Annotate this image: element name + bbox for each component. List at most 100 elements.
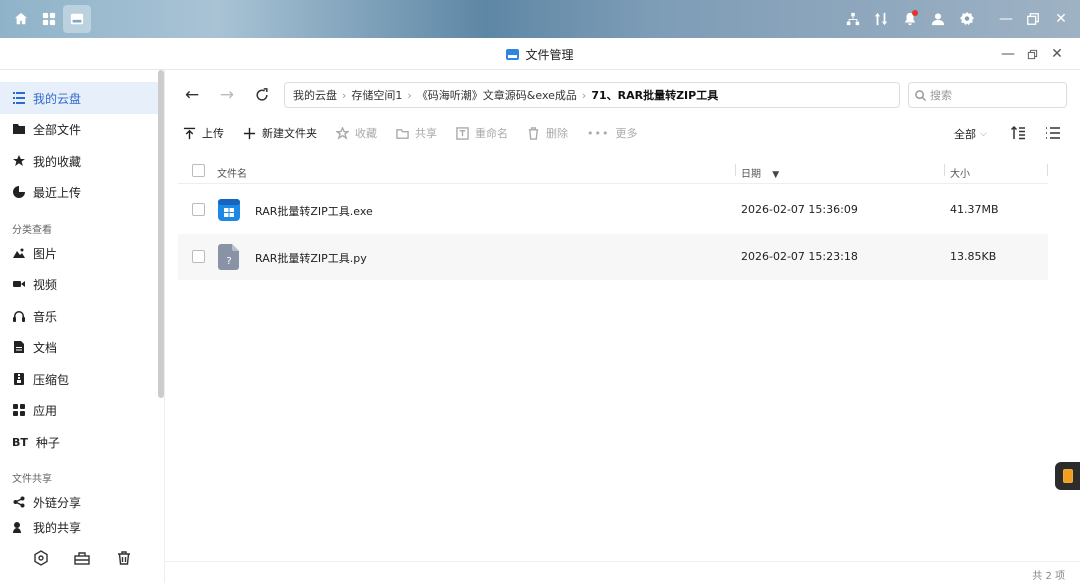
user-share-icon [12,521,25,534]
trash-outline-icon [528,126,539,140]
sidebar-item-apps[interactable]: 应用 [0,394,158,426]
table-header: 文件名 日期 ▼ 大小 [178,158,1048,184]
sidebar-scrollbar[interactable] [158,70,164,398]
item-count: 共 2 项 [1032,571,1065,582]
network-icon[interactable] [841,7,865,31]
new-folder-button[interactable]: 新建文件夹 [243,125,317,141]
sidebar-item-label: 我的云盘 [33,91,82,106]
more-label: 更多 [615,127,638,140]
breadcrumb-item[interactable]: 存储空间1 [351,87,402,103]
main-panel: ← → 我的云盘 › 存储空间1 › 《码海听潮》文章源码&exe成品 › 71… [165,70,1080,583]
breadcrumb-item-current[interactable]: 71、RAR批量转ZIP工具 [591,87,718,103]
close-icon[interactable]: ✕ [1049,7,1073,31]
list-view-icon[interactable] [1045,125,1061,141]
share-button[interactable]: 共享 [396,125,437,141]
window-restore-button[interactable] [1022,44,1042,64]
app-grid-icon[interactable] [37,7,61,31]
filter-dropdown[interactable]: 全部 ⌵ [954,126,987,142]
assistant-icon [1062,469,1073,483]
file-manager-taskbar-icon[interactable] [63,5,91,33]
favorite-label: 收藏 [355,127,377,140]
row-checkbox[interactable] [192,250,205,263]
sidebar-item-link-share[interactable]: 外链分享 [0,486,158,518]
sidebar-item-label: 应用 [33,403,58,418]
sidebar-item-my-cloud[interactable]: 我的云盘 [0,82,158,114]
sidebar-item-documents[interactable]: 文档 [0,331,158,363]
user-icon[interactable] [926,7,950,31]
select-all-checkbox[interactable] [192,164,205,177]
delete-label: 删除 [546,127,568,140]
search-input[interactable]: 搜索 [908,82,1067,108]
filter-label: 全部 [954,128,976,141]
sidebar-item-all-files[interactable]: 全部文件 [0,113,158,145]
window-minimize-button[interactable]: — [998,44,1018,64]
sidebar-item-favorites[interactable]: 我的收藏 [0,145,158,177]
image-icon [12,247,25,260]
column-header-name[interactable]: 文件名 [217,165,247,180]
rename-icon [456,126,469,140]
window-close-button[interactable]: ✕ [1047,44,1067,64]
column-divider [735,164,736,176]
status-footer: 共 2 项 [165,561,1080,583]
hexagon-settings-icon[interactable] [33,550,49,569]
rename-button[interactable]: 重命名 [456,125,508,141]
file-name[interactable]: RAR批量转ZIP工具.py [255,250,367,266]
floating-assistant-tab[interactable] [1055,462,1080,490]
breadcrumb-item[interactable]: 《码海听潮》文章源码&exe成品 [417,87,577,103]
column-divider [944,164,945,176]
cloud-drive-icon [12,92,25,105]
file-name[interactable]: RAR批量转ZIP工具.exe [255,203,373,219]
table-row[interactable]: ? RAR批量转ZIP工具.py 2026-02-07 15:23:18 13.… [178,234,1048,280]
share-folder-icon [396,128,409,139]
trash-icon[interactable] [116,550,132,569]
exe-file-icon [218,199,240,221]
sidebar-item-recent-uploads[interactable]: 最近上传 [0,176,158,208]
toolbar: 上传 新建文件夹 收藏 共享 重命名 删除 ••• 更多 [183,122,656,144]
sidebar-item-torrents[interactable]: BT 种子 [0,426,158,458]
sort-icon[interactable] [1010,125,1026,141]
forward-arrow-icon[interactable]: → [216,84,238,106]
breadcrumb-item[interactable]: 我的云盘 [293,87,337,103]
column-divider [1047,164,1048,176]
settings-gear-icon[interactable] [955,7,979,31]
share-label: 共享 [415,127,437,140]
more-button[interactable]: ••• 更多 [587,125,637,141]
window-title: 文件管理 [525,48,574,62]
document-icon [12,341,25,354]
video-icon [12,278,25,291]
column-header-size[interactable]: 大小 [950,165,970,180]
sidebar: 我的云盘 全部文件 我的收藏 最近上传 分类查看 图片 视频 音乐 文档 压缩包… [0,70,165,583]
delete-button[interactable]: 删除 [527,125,568,141]
sidebar-item-label: 视频 [33,277,58,292]
favorite-button[interactable]: 收藏 [336,125,377,141]
column-header-date[interactable]: 日期 ▼ [741,165,779,180]
chevron-right-icon: › [407,88,412,102]
upload-button[interactable]: 上传 [183,125,224,141]
table-row[interactable]: RAR批量转ZIP工具.exe 2026-02-07 15:36:09 41.3… [178,187,1048,233]
toolbox-icon[interactable] [74,550,91,569]
minimize-icon[interactable]: — [994,7,1018,31]
sidebar-item-label: 压缩包 [33,372,70,387]
more-dots-icon: ••• [587,126,610,140]
transfer-icon[interactable] [869,7,893,31]
file-size: 13.85KB [950,250,997,263]
refresh-icon[interactable] [251,84,273,106]
sidebar-item-images[interactable]: 图片 [0,237,158,269]
bt-icon: BT [12,435,28,449]
search-placeholder: 搜索 [930,89,952,102]
star-outline-icon [336,126,349,140]
sidebar-item-videos[interactable]: 视频 [0,268,158,300]
home-icon[interactable] [9,7,33,31]
sidebar-item-label: 文档 [33,340,58,355]
sidebar-item-my-shares[interactable]: 我的共享 [0,517,158,537]
sidebar-item-label: 全部文件 [33,122,82,137]
restore-icon[interactable] [1021,7,1045,31]
section-title-category: 分类查看 [12,225,52,236]
sidebar-item-music[interactable]: 音乐 [0,300,158,332]
sidebar-item-label: 最近上传 [33,185,82,200]
notification-bell-icon[interactable] [898,7,922,31]
row-checkbox[interactable] [192,203,205,216]
file-manager-app-icon [506,49,520,60]
back-arrow-icon[interactable]: ← [181,84,203,106]
sidebar-item-archives[interactable]: 压缩包 [0,363,158,395]
